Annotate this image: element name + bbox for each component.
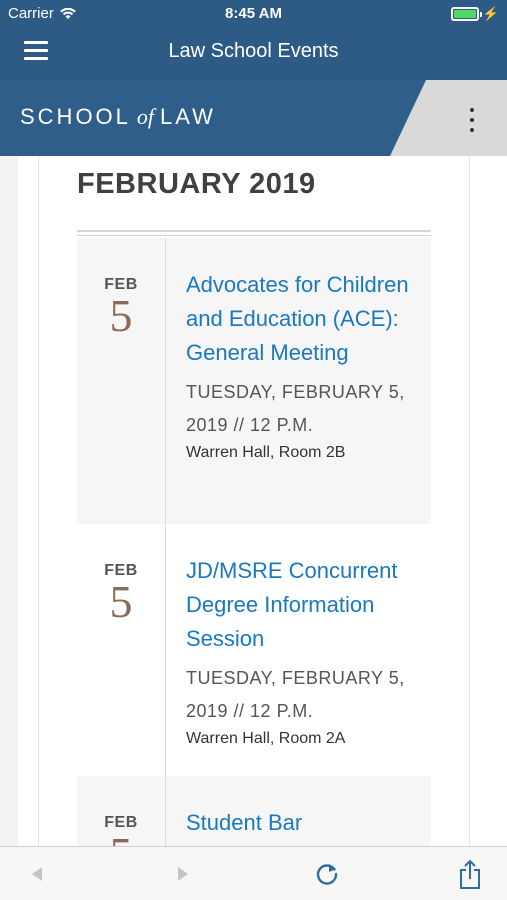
- banner-slant: [390, 80, 507, 156]
- month-heading: FEBRUARY 2019: [77, 168, 316, 200]
- app-header: Carrier 8:45 AM ⚡ Law School Events: [0, 0, 507, 80]
- events-content[interactable]: FEBRUARY 2019 FEB 5 Advocates for Childr…: [0, 156, 507, 846]
- content-border-right: [469, 156, 470, 846]
- nav-title: Law School Events: [168, 40, 339, 62]
- school-banner: SCHOOL of LAW: [0, 80, 507, 156]
- event-location: Warren Hall, Room 2A: [186, 730, 346, 747]
- event-date-divider: [165, 524, 166, 776]
- event-card[interactable]: FEB 5 JD/MSRE Concurrent Degree Informat…: [77, 524, 431, 776]
- status-bar: Carrier 8:45 AM ⚡: [0, 0, 507, 28]
- event-info: JD/MSRE Concurrent Degree Information Se…: [186, 554, 426, 748]
- event-title-link[interactable]: Student Bar: [186, 806, 426, 840]
- content-border-left: [38, 156, 39, 846]
- chevron-left-icon[interactable]: [22, 859, 52, 889]
- battery-icon: [450, 7, 482, 21]
- event-title-link[interactable]: JD/MSRE Concurrent Degree Information Se…: [186, 554, 426, 656]
- more-vertical-icon[interactable]: [467, 108, 477, 132]
- event-info: Student Bar: [186, 806, 426, 840]
- charging-bolt-icon: ⚡: [482, 6, 499, 21]
- battery-fill: [453, 10, 476, 18]
- event-day: 5: [77, 831, 165, 847]
- event-date: FEB 5: [77, 238, 165, 341]
- event-title-link[interactable]: Advocates for Children and Education (AC…: [186, 268, 426, 370]
- school-logo-of: of: [136, 104, 155, 129]
- event-day: 5: [109, 576, 133, 627]
- reload-icon[interactable]: [312, 859, 342, 889]
- share-icon[interactable]: [455, 859, 485, 889]
- event-location: Warren Hall, Room 2B: [186, 444, 346, 461]
- event-day: 5: [109, 290, 133, 341]
- event-card[interactable]: FEB 5 Advocates for Children and Educati…: [77, 238, 431, 524]
- event-date: FEB 5: [77, 776, 165, 846]
- chevron-right-icon[interactable]: [168, 859, 198, 889]
- month-divider: [77, 230, 431, 232]
- left-rail: [0, 156, 18, 846]
- app-screen: Carrier 8:45 AM ⚡ Law School Events SCHO…: [0, 0, 507, 900]
- status-time: 8:45 AM: [225, 5, 282, 22]
- event-date: FEB 5: [77, 524, 165, 627]
- event-info: Advocates for Children and Education (AC…: [186, 268, 426, 462]
- event-datetime: TUESDAY, FEBRUARY 5, 2019 // 12 P.M.: [186, 668, 405, 721]
- browser-toolbar: [0, 846, 507, 900]
- event-datetime: TUESDAY, FEBRUARY 5, 2019 // 12 P.M.: [186, 382, 405, 435]
- month-divider-thin: [77, 235, 431, 236]
- battery-group: ⚡: [450, 6, 499, 22]
- school-logo-part2: LAW: [160, 104, 216, 129]
- event-date-divider: [165, 776, 166, 846]
- event-date-divider: [165, 238, 166, 524]
- school-logo-part1: SCHOOL: [20, 104, 131, 129]
- school-logo[interactable]: SCHOOL of LAW: [20, 104, 216, 130]
- event-card[interactable]: FEB 5 Student Bar: [77, 776, 431, 846]
